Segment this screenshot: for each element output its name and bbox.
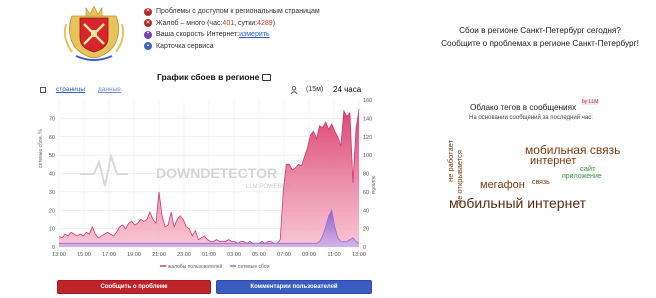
monitor-icon [262, 74, 272, 81]
y-right-tick: 160 [363, 98, 372, 104]
tag-cloud-title: Облако тегов в сообщениях by LLM [470, 99, 600, 112]
tab-pages[interactable]: страницы [56, 86, 85, 93]
tag-cloud-item[interactable]: связь [532, 179, 550, 186]
y-right-tick: 100 [363, 153, 372, 159]
x-tick: 05:00 [252, 252, 266, 258]
y-left-tick: 70 [49, 116, 55, 122]
card-icon: ▪ [144, 42, 152, 51]
x-tick: 03:00 [227, 252, 241, 258]
region-headline: Сбои в регионе Санкт-Петербург сегодня? … [441, 26, 639, 48]
y-left-tick: 30 [49, 190, 55, 196]
info-row-speed: • Ваша скорость Интернет: измерить [144, 29, 320, 41]
y-right-tick: 0 [363, 245, 366, 251]
y-right-label: жалобы [370, 176, 376, 195]
y-left-tick: 10 [49, 227, 55, 233]
tab-data[interactable]: данные [98, 86, 121, 93]
y-right-tick: 140 [363, 116, 372, 122]
x-tick: 13:00 [52, 252, 66, 258]
chart-watermark: DOWNDETECTOR LLM POWERED [80, 152, 291, 190]
chart-legend: жалобы пользователей сетевые сбои [160, 263, 270, 270]
y-right-tick: 80 [363, 172, 369, 178]
measure-speed-link[interactable]: измерить [239, 29, 269, 41]
tag-cloud-item[interactable]: не открывается [455, 150, 464, 204]
x-tick: 13:00 [352, 252, 366, 258]
tag-cloud-item[interactable]: мегафон [480, 180, 525, 191]
x-tick: 19:00 [127, 252, 141, 258]
legend-network: сетевые сбои [238, 264, 270, 270]
person-icon[interactable] [290, 86, 298, 94]
report-problem-button[interactable]: Сообщить о проблеме [57, 280, 211, 294]
svg-text:DOWNDETECTOR: DOWNDETECTOR [156, 165, 277, 181]
info-row-card[interactable]: ▪ Карточка сервиса [144, 41, 320, 53]
complaints-hour: 401 [222, 19, 235, 27]
y-left-tick: 40 [49, 172, 55, 178]
y-right-tick: 40 [363, 208, 369, 214]
coat-of-arms-icon [63, 5, 125, 61]
y-right-tick: 120 [363, 135, 372, 141]
region-info: ✕ Проблемы с доступом к региональным стр… [144, 6, 320, 52]
outage-chart: DOWNDETECTOR LLM POWERED 0 10 20 30 40 50 60 70… [38, 98, 376, 270]
y-left-tick: 60 [49, 135, 55, 141]
tag-cloud-item[interactable]: приложение [562, 173, 602, 180]
tag-cloud-subtitle: На основании сообщений за последний час: [469, 115, 593, 121]
y-left-tick: 20 [49, 208, 55, 214]
complaints-day: 4289 [257, 19, 273, 27]
tag-cloud-item[interactable]: мобильный интернет [449, 196, 586, 210]
x-tick: 01:00 [202, 252, 216, 258]
user-comments-button[interactable]: Комментарии пользователей [216, 280, 372, 294]
x-tick: 17:00 [102, 252, 116, 258]
y-right-tick: 20 [363, 227, 369, 233]
legend-complaints: жалобы пользователей [168, 263, 222, 270]
range-15m[interactable]: (15м) [306, 86, 323, 93]
x-tick: 15:00 [77, 252, 91, 258]
y-right-tick: 60 [363, 190, 369, 196]
x-tick: 21:00 [152, 252, 166, 258]
y-left-tick: 0 [52, 245, 55, 251]
x-tick: 11:00 [327, 252, 340, 258]
info-row-complaints: ✕ Жалоб – много (час: 401, сутки: 4289) [144, 18, 320, 30]
tag-cloud-item[interactable]: сайт [580, 165, 596, 173]
info-row-access: ✕ Проблемы с доступом к региональным стр… [144, 7, 320, 16]
tag-cloud-item[interactable]: интернет [530, 156, 576, 167]
y-left-label: сетевые сбои, % [38, 129, 44, 168]
x-tick: 23:00 [177, 252, 191, 258]
chart-title: График сбоев в регионе [157, 72, 272, 82]
y-left-tick: 50 [49, 153, 55, 159]
print-icon[interactable] [40, 87, 46, 93]
tag-cloud-item[interactable]: не работает [446, 140, 455, 182]
warning-icon: ✕ [144, 19, 152, 28]
llm-badge: by LLM [581, 99, 600, 105]
x-tick: 09:00 [302, 252, 316, 258]
range-24h[interactable]: 24 часа [333, 85, 361, 94]
speedometer-icon: • [144, 30, 152, 39]
warning-icon: ✕ [144, 7, 152, 16]
x-tick: 07:00 [277, 252, 291, 258]
